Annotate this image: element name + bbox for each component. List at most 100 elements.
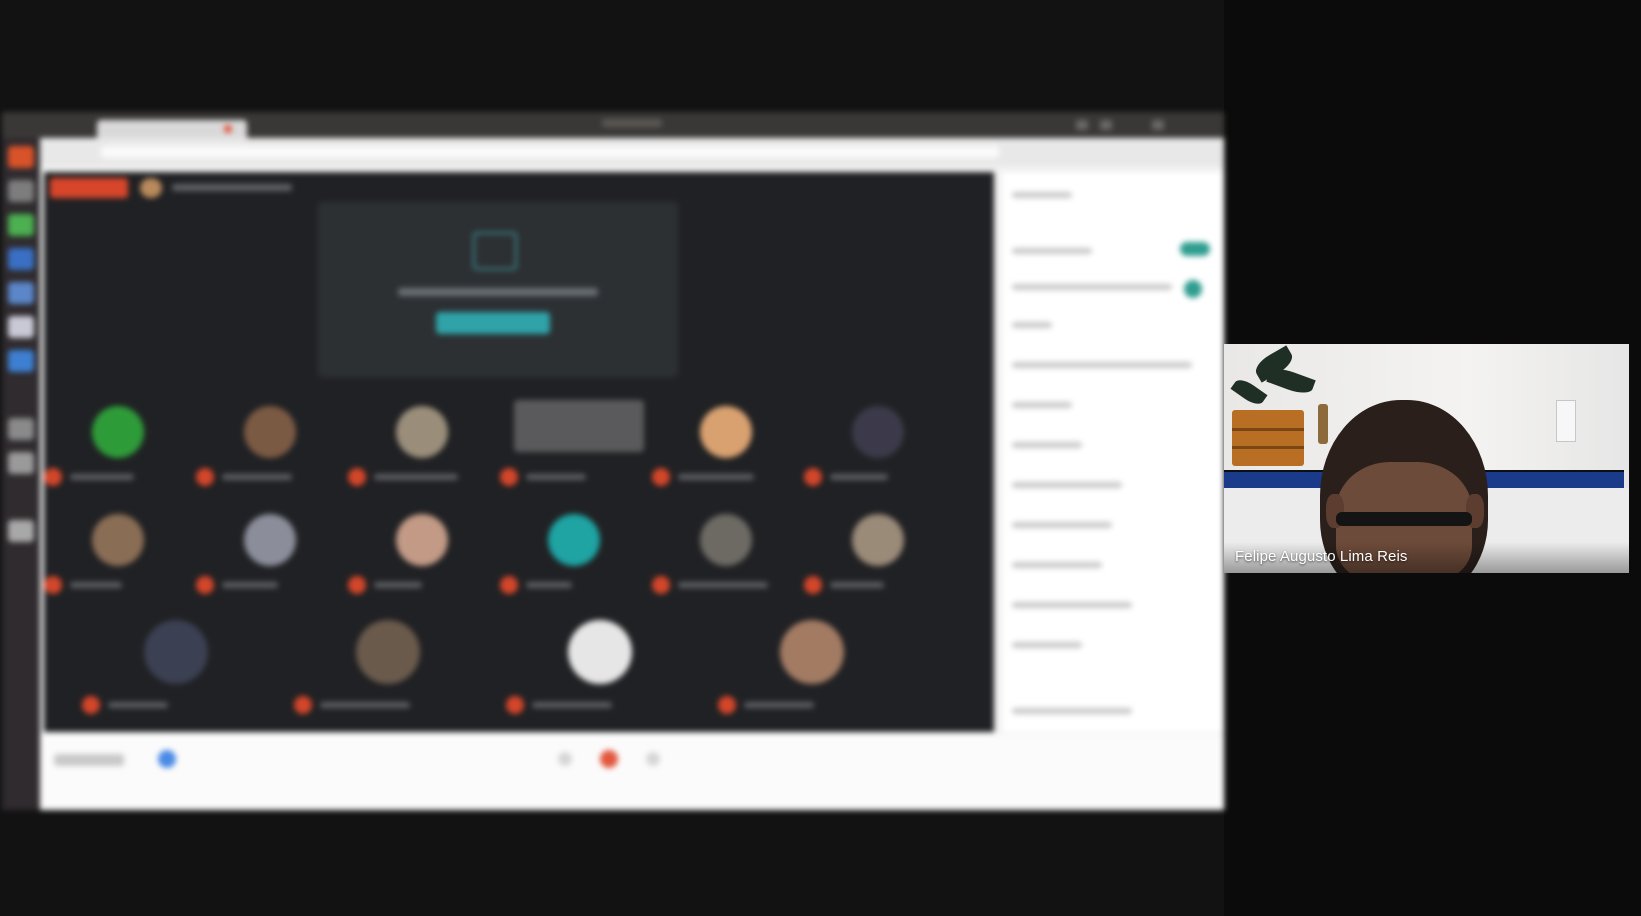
participant-row (44, 498, 994, 608)
presentation-icon (473, 232, 517, 270)
chat-message (1012, 402, 1072, 408)
participant-avatar[interactable] (852, 514, 904, 566)
wall-switch (1556, 400, 1576, 442)
participant-avatar[interactable] (396, 406, 448, 458)
mic-muted-icon (82, 696, 100, 714)
participant-name (70, 474, 134, 480)
mic-muted-icon (718, 696, 736, 714)
participant-name-label: Felipe Augusto Lima Reis (1235, 548, 1408, 565)
meeting-main-view (44, 172, 994, 732)
plant-pot-stripe (1232, 446, 1304, 449)
chat-message (1012, 642, 1082, 648)
chat-message (1012, 322, 1052, 328)
participant-name (374, 582, 422, 588)
participant-row (44, 390, 994, 500)
participant-avatar[interactable] (92, 406, 144, 458)
chat-message (1012, 362, 1192, 368)
launcher-app-icon[interactable] (8, 316, 34, 338)
presentation-panel (318, 202, 678, 377)
mic-muted-icon (196, 468, 214, 486)
participant-row (44, 606, 994, 716)
close-window-icon[interactable] (1152, 120, 1164, 130)
participant-avatar[interactable] (144, 620, 208, 684)
participant-name (320, 702, 410, 708)
participant-avatar[interactable] (514, 400, 644, 452)
mic-muted-icon (44, 576, 62, 594)
close-tab-icon[interactable] (224, 125, 232, 133)
participant-avatar[interactable] (244, 406, 296, 458)
self-view-video[interactable]: Felipe Augusto Lima Reis (1224, 344, 1629, 573)
participant-name (374, 474, 458, 480)
mic-muted-icon (804, 576, 822, 594)
launcher-app-icon[interactable] (8, 452, 34, 474)
participant-avatar[interactable] (780, 620, 844, 684)
chat-message (1012, 522, 1112, 528)
participant-name (678, 474, 754, 480)
end-call-icon[interactable] (600, 750, 618, 768)
presentation-message (398, 288, 598, 296)
launcher-app-icon[interactable] (8, 282, 34, 304)
launcher-app-icon[interactable] (8, 350, 34, 372)
participant-avatar[interactable] (568, 620, 632, 684)
participant-name (744, 702, 814, 708)
recording-badge-icon (50, 178, 128, 198)
launcher-app-icon[interactable] (8, 248, 34, 270)
participant-name (108, 702, 168, 708)
mic-muted-icon (652, 576, 670, 594)
launcher-app-icon[interactable] (8, 418, 34, 440)
host-name (172, 184, 292, 191)
mic-muted-icon (506, 696, 524, 714)
participant-glasses (1336, 512, 1472, 526)
mic-muted-icon (652, 468, 670, 486)
host-avatar (140, 178, 162, 198)
plant-pot-stripe (1232, 428, 1304, 431)
participant-avatar[interactable] (92, 514, 144, 566)
meeting-controls-bar (40, 734, 1224, 810)
window-title (602, 119, 662, 127)
participant-avatar[interactable] (396, 514, 448, 566)
url-field[interactable] (100, 146, 1000, 158)
participant-avatar[interactable] (700, 514, 752, 566)
chat-message (1012, 442, 1082, 448)
side-panel-item[interactable] (1012, 284, 1172, 290)
toggle-switch[interactable] (1180, 242, 1210, 256)
mic-muted-icon (804, 468, 822, 486)
presentation-button[interactable] (436, 312, 550, 334)
participant-name (70, 582, 122, 588)
address-bar[interactable] (40, 138, 1224, 166)
side-panel-item[interactable] (1012, 248, 1092, 254)
shared-screen-blurred (2, 112, 1224, 810)
launcher-app-icon[interactable] (8, 214, 34, 236)
send-button[interactable] (1184, 280, 1202, 298)
participant-name (222, 582, 278, 588)
participant-avatar[interactable] (700, 406, 752, 458)
mic-muted-icon (348, 468, 366, 486)
meeting-details[interactable] (54, 754, 124, 766)
launcher-app-icon[interactable] (8, 180, 34, 202)
participant-name (532, 702, 612, 708)
camera-icon[interactable] (646, 752, 660, 766)
participant-avatar[interactable] (852, 406, 904, 458)
participant-avatar[interactable] (548, 514, 600, 566)
chat-input[interactable] (1012, 708, 1132, 714)
side-panel-title (1012, 192, 1072, 198)
bottle (1318, 404, 1328, 444)
mic-icon[interactable] (558, 752, 572, 766)
participant-name (526, 474, 586, 480)
chat-message (1012, 562, 1102, 568)
screen-share-area (0, 0, 1224, 916)
info-icon[interactable] (158, 750, 176, 768)
launcher-app-icon[interactable] (8, 520, 34, 542)
launcher-app-icon[interactable] (8, 146, 34, 168)
participant-name (830, 474, 888, 480)
mic-muted-icon (196, 576, 214, 594)
maximize-icon[interactable] (1100, 120, 1112, 130)
chat-message (1012, 602, 1132, 608)
minimize-icon[interactable] (1076, 120, 1088, 130)
os-launcher (2, 138, 40, 810)
participant-avatar[interactable] (356, 620, 420, 684)
participant-avatar[interactable] (244, 514, 296, 566)
browser-window (40, 138, 1224, 810)
mic-muted-icon (294, 696, 312, 714)
chat-message (1012, 482, 1122, 488)
